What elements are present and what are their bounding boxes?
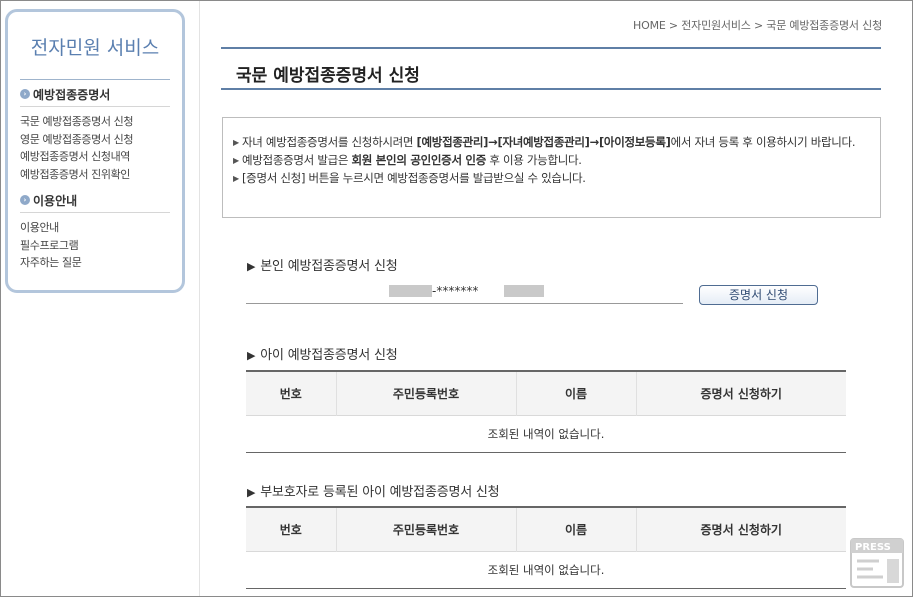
child-table: 번호 주민등록번호 이름 증명서 신청하기 조회된 내역이 없습니다. [246, 370, 846, 453]
column-header: 이름 [515, 506, 636, 551]
notice-emphasis: 회원 본인의 공인인증서 인증 [351, 153, 487, 167]
notice-text: [증명서 신청] 버튼을 누르시면 예방접종증명서를 발급받으실 수 있습니다. [242, 171, 586, 185]
sidebar-item-request-history[interactable]: 예방접종증명서 신청내역 [20, 148, 170, 166]
triangle-bullet-icon: ▶ [233, 138, 239, 147]
self-section-title: ▶ 본인 예방접종증명서 신청 [247, 255, 398, 274]
table-row: 조회된 내역이 없습니다. [246, 414, 846, 453]
blurred-name [504, 285, 544, 297]
sidebar-section-label: 이용안내 [33, 193, 78, 208]
triangle-right-icon: ▶ [247, 260, 256, 273]
empty-message: 조회된 내역이 없습니다. [246, 414, 846, 453]
triangle-right-icon: ▶ [247, 486, 256, 499]
notice-item: ▶ 예방접종증명서 발급은 회원 본인의 공인인증서 인증 후 이용 가능합니다… [233, 153, 870, 168]
title-top-rule [221, 47, 881, 49]
column-header: 번호 [246, 370, 336, 415]
column-divider [199, 1, 200, 596]
empty-message: 조회된 내역이 없습니다. [246, 550, 846, 589]
sidebar-title: 전자민원 서비스 [30, 37, 160, 59]
column-header: 이름 [515, 370, 636, 415]
notice-item: ▶ [증명서 신청] 버튼을 누르시면 예방접종증명서를 발급받으실 수 있습니… [233, 171, 870, 186]
sidebar-item-faq[interactable]: 자주하는 질문 [20, 254, 170, 272]
column-header: 번호 [246, 506, 336, 551]
notice-text: 자녀 예방접종증명서를 신청하시려면 [242, 135, 417, 149]
sidebar-item-english-certificate[interactable]: 영문 예방접종증명서 신청 [20, 131, 170, 149]
title-bottom-rule [221, 88, 881, 90]
guardian-table: 번호 주민등록번호 이름 증명서 신청하기 조회된 내역이 없습니다. [246, 506, 846, 589]
sidebar-divider [20, 79, 170, 80]
section-title-text: 부보호자로 등록된 아이 예방접종증명서 신청 [260, 485, 500, 500]
sidebar-section-label: 예방접종증명서 [33, 87, 111, 102]
sidebar-list-guide: 이용안내 필수프로그램 자주하는 질문 [20, 219, 170, 272]
sidebar-item-usage-guide[interactable]: 이용안내 [20, 219, 170, 237]
rrn-masked: -******* [432, 284, 479, 298]
sidebar-item-korean-certificate[interactable]: 국문 예방접종증명서 신청 [20, 113, 170, 131]
section-title-text: 아이 예방접종증명서 신청 [260, 348, 398, 363]
notice-text: 에서 자녀 등록 후 이용하시기 바랍니다. [670, 135, 856, 149]
notice-box: ▶ 자녀 예방접종증명서를 신청하시려면 [예방접종관리]→[자녀예방접종관리]… [222, 117, 881, 218]
section-title-text: 본인 예방접종증명서 신청 [260, 259, 398, 274]
circle-arrow-icon: › [20, 195, 30, 205]
guardian-section-title: ▶ 부보호자로 등록된 아이 예방접종증명서 신청 [247, 481, 500, 500]
section-divider [20, 212, 170, 213]
press-text: PRESS [855, 542, 891, 553]
notice-item: ▶ 자녀 예방접종증명서를 신청하시려면 [예방접종관리]→[자녀예방접종관리]… [233, 135, 870, 150]
page-title: 국문 예방접종증명서 신청 [236, 66, 420, 86]
table-header-row: 번호 주민등록번호 이름 증명서 신청하기 [246, 370, 846, 415]
notice-text: 후 이용 가능합니다. [486, 153, 582, 167]
self-info-underline [246, 303, 683, 304]
child-section-title: ▶ 아이 예방접종증명서 신청 [247, 344, 398, 363]
sidebar-section-heading-guide: › 이용안내 [20, 192, 170, 208]
column-header: 주민등록번호 [335, 506, 516, 551]
request-certificate-button[interactable]: 증명서 신청 [699, 285, 818, 305]
circle-arrow-icon: › [20, 89, 30, 99]
sidebar-section-heading-certificate: › 예방접종증명서 [20, 86, 170, 102]
sidebar-item-verify-certificate[interactable]: 예방접종증명서 진위확인 [20, 166, 170, 184]
press-watermark-icon: PRESS [849, 537, 909, 589]
sidebar-list-certificate: 국문 예방접종증명서 신청 영문 예방접종증명서 신청 예방접종증명서 신청내역… [20, 113, 170, 183]
breadcrumb: HOME > 전자민원서비스 > 국문 예방접종증명서 신청 [633, 19, 882, 32]
sidebar-item-required-programs[interactable]: 필수프로그램 [20, 237, 170, 255]
triangle-right-icon: ▶ [247, 349, 256, 362]
table-header-row: 번호 주민등록번호 이름 증명서 신청하기 [246, 506, 846, 551]
sidebar: 전자민원 서비스 › 예방접종증명서 국문 예방접종증명서 신청 영문 예방접종… [5, 9, 185, 293]
notice-text: 예방접종증명서 발급은 [242, 153, 352, 167]
section-divider [20, 106, 170, 107]
notice-menu-path: [예방접종관리]→[자녀예방접종관리]→[아이정보등록] [416, 135, 671, 149]
column-header: 증명서 신청하기 [635, 506, 846, 551]
column-header: 증명서 신청하기 [635, 370, 846, 415]
triangle-bullet-icon: ▶ [233, 174, 239, 183]
column-header: 주민등록번호 [335, 370, 516, 415]
table-row: 조회된 내역이 없습니다. [246, 550, 846, 589]
blurred-rrn-prefix [389, 285, 432, 297]
triangle-bullet-icon: ▶ [233, 156, 239, 165]
